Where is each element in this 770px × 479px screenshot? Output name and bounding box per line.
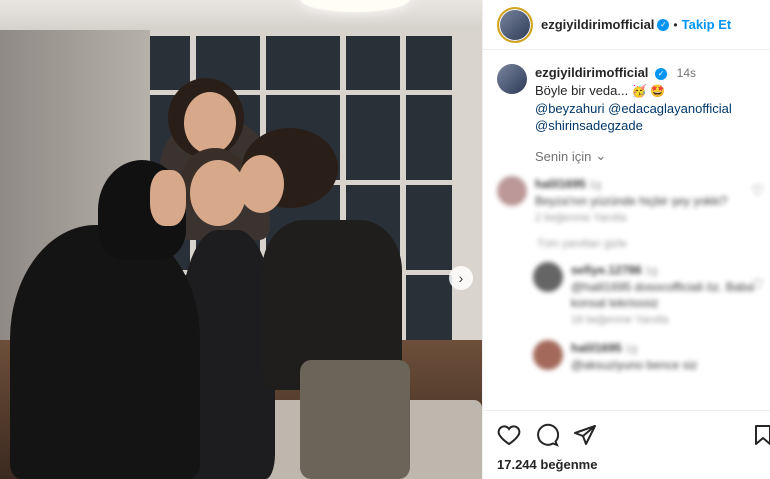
chevron-right-icon: ›	[458, 270, 464, 286]
photo-skirt-right	[300, 360, 410, 479]
post-side-panel: ezgiyildirimofficial ✓ • Takip Et ezgiyi…	[482, 0, 770, 479]
comment-username[interactable]: sefiye.12786	[571, 263, 642, 277]
comment-item: sefiye.12786 1g @halil1695 dosocofficial…	[483, 262, 770, 328]
caption-text: Böyle bir veda...	[535, 83, 629, 98]
comment-like-icon[interactable]: ♡	[751, 182, 764, 199]
author-username[interactable]: ezgiyildirimofficial	[541, 17, 654, 32]
photo-person-left	[10, 225, 200, 479]
comment-like-icon[interactable]: ♡	[751, 276, 764, 293]
comment-meta[interactable]: 18 beğenme Yanıtla	[571, 314, 668, 326]
post-caption: ezgiyildirimofficial ✓ 14s Böyle bir ved…	[483, 50, 770, 134]
comment-text: @aksuziyuno bence siz	[571, 358, 698, 372]
caption-emojis: 🥳 🤩	[631, 84, 666, 98]
caption-body: ezgiyildirimofficial ✓ 14s Böyle bir ved…	[535, 64, 732, 134]
comment-time: 1g	[645, 265, 658, 277]
comment-time: 1g	[625, 343, 638, 355]
post-header: ezgiyildirimofficial ✓ • Takip Et	[483, 0, 770, 50]
comment-avatar[interactable]	[497, 176, 527, 206]
comment-username[interactable]: halil1695	[535, 177, 586, 191]
comment-text: Beyza'nın yüzünde hiçbir şey yokki?	[535, 194, 728, 208]
photo-face-back	[184, 92, 236, 154]
photo-wall-right	[452, 30, 482, 360]
post-photo[interactable]: ›	[0, 0, 482, 479]
comment-avatar[interactable]	[533, 340, 563, 370]
send-icon[interactable]	[573, 423, 597, 447]
author-avatar[interactable]	[497, 6, 533, 43]
likes-count[interactable]: 17.244 beğenme	[497, 457, 757, 472]
instagram-post-view: › ezgiyildirimofficial ✓ • Takip Et ezgi…	[0, 0, 770, 479]
hide-replies-toggle[interactable]: Tüm yanıtları gizle	[523, 238, 770, 250]
header-separator: •	[673, 17, 678, 32]
verified-badge-icon: ✓	[655, 67, 668, 80]
photo-face-right	[238, 155, 284, 213]
caption-avatar[interactable]	[497, 64, 527, 94]
comment-sort-dropdown[interactable]: Senin için ⌄	[535, 148, 770, 164]
comment-time: 1g	[589, 179, 602, 191]
comment-text: @halil1695 dosocofficiali öz. Baba konsa…	[571, 280, 754, 310]
comment-meta[interactable]: 2 beğenme Yanıtla	[535, 212, 626, 224]
comment-item: halil1695 1g @aksuziyuno bence siz	[483, 340, 770, 373]
hide-replies-label: Tüm yanıtları gizle	[537, 238, 627, 250]
next-image-button[interactable]: ›	[449, 266, 473, 290]
follow-button[interactable]: Takip Et	[682, 17, 732, 32]
comment-avatar[interactable]	[533, 262, 563, 292]
caption-mention-line-1[interactable]: @beyzahuri @edacaglayanofficial	[535, 100, 732, 117]
comment-sort-label: Senin için	[535, 148, 592, 164]
comment-item: halil1695 1g Beyza'nın yüzünde hiçbir şe…	[483, 176, 770, 226]
caption-username[interactable]: ezgiyildirimofficial	[535, 65, 648, 80]
verified-badge-icon: ✓	[657, 18, 670, 31]
bookmark-icon[interactable]	[751, 423, 770, 447]
comment-username[interactable]: halil1695	[571, 341, 622, 355]
caption-time[interactable]: 14s	[677, 66, 696, 80]
photo-face-center	[190, 160, 246, 226]
heart-icon[interactable]	[497, 423, 521, 447]
photo-face-left	[150, 170, 186, 226]
caption-mention-line-2[interactable]: @shirinsadegzade	[535, 117, 732, 134]
chevron-down-icon: ⌄	[595, 148, 607, 163]
post-actions-bar: 17.244 beğenme	[483, 410, 770, 472]
comment-icon[interactable]	[535, 423, 559, 447]
